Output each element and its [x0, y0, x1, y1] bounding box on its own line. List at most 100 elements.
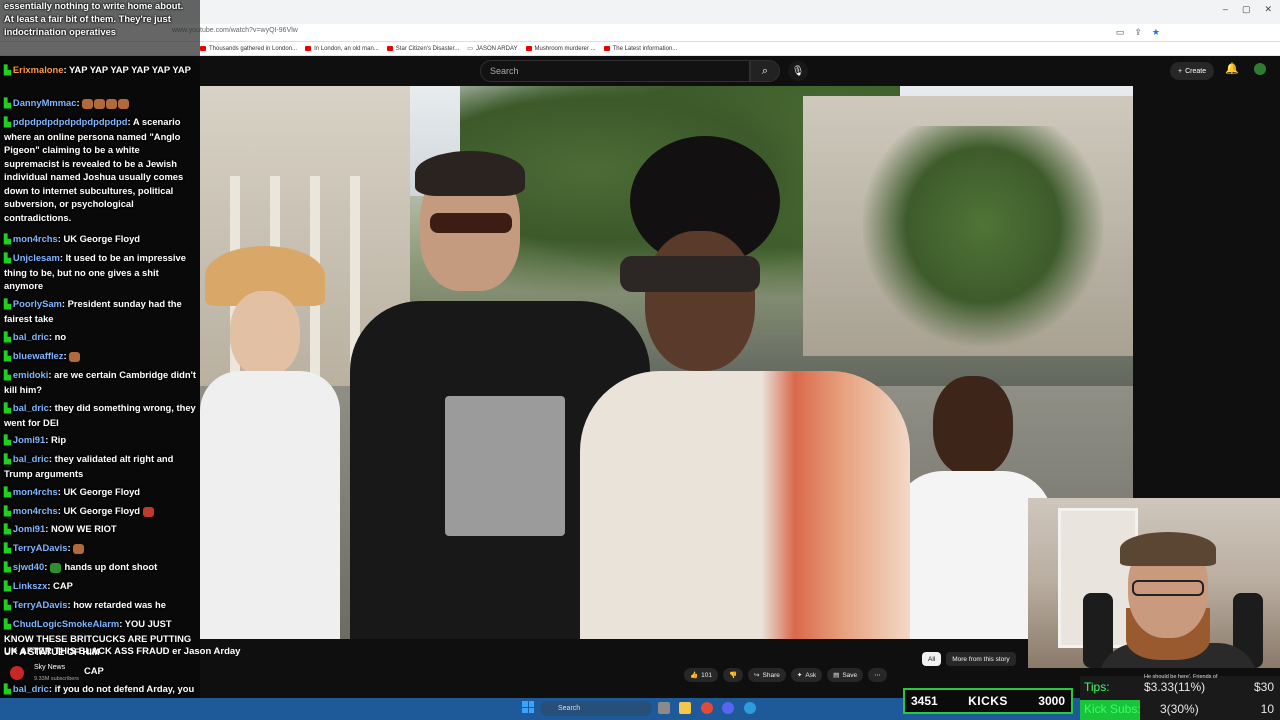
screen: – ▢ ✕ www.youtube.com/watch?v=wyQI-96Vlw… [0, 0, 1280, 720]
search-input[interactable]: Search [480, 60, 750, 82]
tab-all[interactable]: All [922, 652, 942, 666]
dislike-button[interactable]: 👎 [722, 668, 744, 682]
youtube-icon [525, 46, 532, 51]
bookmark-item[interactable]: In London, an old man... [305, 46, 379, 52]
chat-message: ▙ bal_dric: they validated alt right and … [4, 453, 174, 479]
channel-info[interactable]: Sky News 9.33M subscribers [4, 662, 200, 692]
chat-message: ▙ Jomi91: NOW WE RIOT [4, 523, 117, 534]
file-explorer-icon[interactable] [679, 702, 691, 714]
share-icon[interactable]: ⇪ [1134, 27, 1142, 38]
kicks-current: 3451 [911, 694, 938, 708]
thumbs-up-icon: 👍 [690, 672, 699, 679]
emote-icon [106, 98, 118, 109]
chat-message: ▙ TerryADavis: [4, 541, 196, 556]
chat-message: ▙ Erixmalone: YAP YAP YAP YAP YAP YAP [4, 64, 191, 75]
chat-message: ▙ Jomi91: Rip [4, 434, 67, 445]
chat-message: ▙ pdpdpdpdpdpdpdpdpdpd: A scenario where … [4, 116, 184, 223]
microphone-icon[interactable]: 🎙 [788, 61, 808, 81]
folder-icon: ▭ [467, 46, 473, 52]
youtube-icon [305, 46, 312, 51]
recommendation-tabs: All More from this story [922, 652, 1016, 666]
more-actions-button[interactable]: ⋯ [868, 668, 887, 682]
chat-message: ▙ Unjclesam: It used to be an impressive … [4, 252, 186, 291]
emote-icon [142, 506, 154, 517]
kick-badge-icon: ▙ [4, 600, 11, 610]
tab-more-from-story[interactable]: More from this story [946, 652, 1016, 666]
kick-badge-icon: ▙ [4, 619, 11, 629]
minimize-button[interactable]: – [1223, 4, 1228, 15]
window-controls: – ▢ ✕ [1223, 4, 1272, 15]
streamer-glasses [1132, 580, 1204, 596]
overlay-text-line: At least a fair bit of them. They're jus… [4, 13, 171, 24]
kicks-goal: 3000 [1038, 694, 1065, 708]
stream-chat-overlay: essentially nothing to write home about.… [0, 0, 200, 720]
telegram-icon[interactable] [744, 702, 756, 714]
maximize-button[interactable]: ▢ [1242, 4, 1251, 15]
kick-badge-icon: ▙ [4, 524, 11, 534]
bookmark-item[interactable]: Mushroom murderer ... [525, 46, 596, 52]
emote-icon [69, 351, 81, 362]
overlay-text-line: indoctrination operatives [4, 26, 116, 37]
ask-button[interactable]: ✦ Ask [790, 668, 823, 682]
kick-badge-icon: ▙ [4, 562, 11, 572]
like-button[interactable]: 👍 101 [684, 668, 718, 682]
kicks-goal-bar: 3451 KICKS 3000 [903, 688, 1073, 714]
video-title: UK AFTER THIS BLACK ASS FRAUD er Jason A… [4, 646, 241, 657]
person-hat-woman [200, 246, 340, 639]
overlay-text-line: essentially nothing to write home about. [4, 0, 184, 11]
discord-icon[interactable] [722, 702, 734, 714]
kick-badge-icon: ▙ [4, 487, 11, 497]
close-button[interactable]: ✕ [1264, 4, 1272, 15]
youtube-icon [200, 46, 206, 51]
bookmark-item[interactable]: Star Citizen's Disaster... [386, 46, 459, 52]
kick-badge-icon: ▙ [4, 581, 11, 591]
chat-message: ▙ TerryADavis: how retarded was he [4, 599, 166, 610]
windows-start-icon[interactable] [522, 701, 534, 713]
kick-badge-icon: ▙ [4, 370, 11, 380]
subscriber-count: 9.33M subscribers [34, 676, 79, 682]
share-button[interactable]: ↪ Share [748, 668, 786, 682]
channel-name[interactable]: Sky News [34, 664, 65, 671]
chat-message: ▙ mon4rchs: UK George Floyd [4, 233, 141, 244]
video-player[interactable] [200, 86, 1133, 639]
kick-badge-icon: ▙ [4, 253, 11, 263]
search-button[interactable]: ⌕ [750, 60, 780, 82]
emote-icon [118, 98, 130, 109]
plus-icon: + [1178, 67, 1183, 75]
extension-icons: ▭ ⇪ ★ [1116, 27, 1160, 38]
notifications-bell-icon[interactable]: 🔔 [1225, 62, 1239, 75]
kick-badge-icon: ▙ [4, 543, 11, 553]
thumbs-down-icon: 👎 [728, 672, 738, 679]
channel-avatar[interactable] [10, 666, 24, 680]
kick-badge-icon: ▙ [4, 65, 11, 75]
create-button[interactable]: + Create [1170, 62, 1215, 80]
bookmark-item[interactable]: ▭ JASON ARDAY [467, 45, 517, 53]
avatar[interactable] [1254, 63, 1266, 75]
chrome-icon[interactable] [701, 702, 713, 714]
youtube-icon [603, 46, 610, 51]
taskbar-search[interactable]: Search [540, 701, 652, 716]
chat-message: ▙ bluewafflez: [4, 349, 196, 364]
kick-badge-icon: ▙ [4, 98, 11, 108]
cast-icon[interactable]: ▭ [1116, 27, 1125, 38]
ticker-text: He should be here'. Friends of [1144, 674, 1218, 680]
kick-subs-row: Kick Subs: 3(30%) 10 [1084, 702, 1274, 716]
emote-icon [49, 562, 61, 573]
share-arrow-icon: ↪ [754, 672, 760, 679]
save-button[interactable]: ▤ Save [827, 668, 864, 682]
search-placeholder: Search [490, 66, 519, 76]
kick-badge-icon: ▙ [4, 403, 11, 413]
kick-badge-icon: ▙ [4, 351, 11, 361]
streamer-cap [1120, 532, 1216, 566]
kick-badge-icon: ▙ [4, 332, 11, 342]
action-bar: 👍 101 👎 ↪ Share ✦ Ask ▤ Save ⋯ [684, 668, 887, 682]
bookmark-item[interactable]: The Latest information... [603, 46, 677, 52]
bookmark-item[interactable]: Thousands gathered in London... [200, 46, 297, 52]
kick-badge-icon: ▙ [4, 435, 11, 445]
chat-message: ▙ emidoki: are we certain Cambridge didn'… [4, 369, 196, 395]
kick-badge-icon: ▙ [4, 117, 11, 127]
bookmark-star-icon[interactable]: ★ [1152, 27, 1160, 38]
tips-row: Tips: $3.33(11%) $30 [1084, 680, 1274, 694]
task-view-icon[interactable] [658, 702, 670, 714]
more-icon: ⋯ [874, 672, 881, 679]
